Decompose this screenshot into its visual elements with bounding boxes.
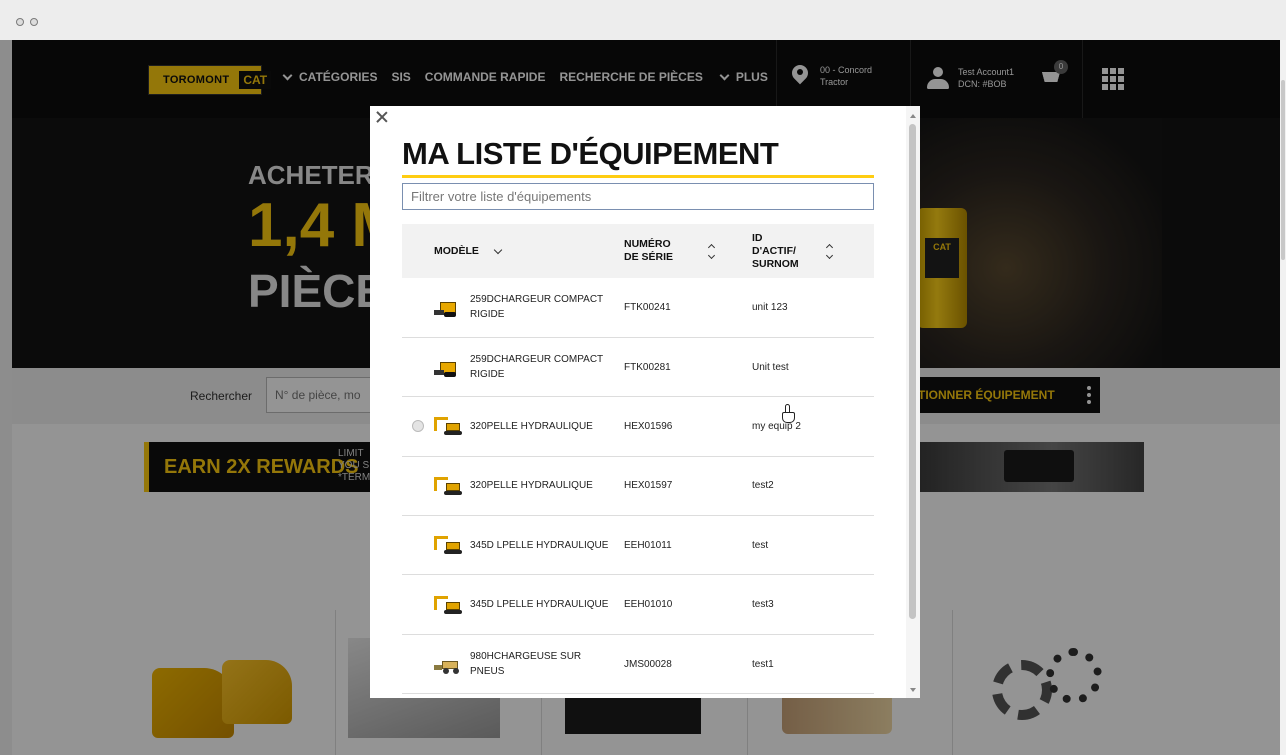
serial-number: EEH01010 [624,599,673,611]
model-name: 345D LPELLE HYDRAULIQUE [470,539,609,551]
equipment-table: MODÈLE NUMÉRO DE SÉRIE ID D'ACTIF/ SURNO… [402,224,874,694]
modal-title: MA LISTE D'ÉQUIPEMENT [402,136,874,178]
table-header-row: MODÈLE NUMÉRO DE SÉRIE ID D'ACTIF/ SURNO… [402,224,874,278]
excavator-icon [432,415,466,437]
table-row[interactable]: 980HCHARGEUSE SUR PNEUS JMS00028 test1 [402,634,874,694]
browser-window: TOROMONT CAT CATÉGORIES SIS COMMANDE RAP… [0,0,1286,755]
column-serial-label-1: NUMÉRO [624,238,671,250]
scroll-down-icon[interactable] [910,688,916,692]
column-asset-label-1: ID [752,231,763,244]
scroll-up-icon[interactable] [910,114,916,118]
sort-icon [825,243,833,259]
excavator-icon [432,534,466,556]
row-select-radio[interactable] [412,420,424,433]
table-row[interactable]: 320PELLE HYDRAULIQUE HEX01596 my equip 2 [402,397,874,457]
asset-id: unit 123 [752,301,788,313]
equipment-filter-input[interactable] [402,183,874,210]
sort-icon [707,243,716,259]
model-name: 259DCHARGEUR COMPACT RIGIDE [470,354,604,381]
asset-id: test1 [752,658,774,670]
window-minimize-dot[interactable] [30,18,38,26]
column-serial[interactable]: NUMÉRO DE SÉRIE [612,224,740,278]
serial-number: FTK00241 [624,301,671,313]
serial-number: FTK00281 [624,361,671,373]
column-model-label: MODÈLE [434,244,479,257]
excavator-icon [432,475,466,497]
table-row[interactable]: 259DCHARGEUR COMPACT RIGIDE FTK00241 unit… [402,278,874,338]
column-asset-label-2: D'ACTIF/ [752,244,796,257]
column-model[interactable]: MODÈLE [402,224,612,278]
serial-number: HEX01597 [624,480,673,492]
scrollbar-thumb[interactable] [909,124,916,619]
window-close-dot[interactable] [16,18,24,26]
column-asset-label-3: SURNOM [752,257,799,270]
column-asset-id[interactable]: ID D'ACTIF/ SURNOM [740,224,874,278]
serial-number: JMS00028 [624,658,672,670]
compact-track-loader-icon [432,356,466,378]
serial-number: EEH01011 [624,539,672,551]
model-name: 320PELLE HYDRAULIQUE [470,420,593,432]
window-titlebar [0,0,1286,40]
serial-number: HEX01596 [624,420,673,432]
page-scrollbar[interactable] [1280,40,1286,755]
asset-id: test2 [752,480,774,492]
excavator-icon [432,594,466,616]
table-row[interactable]: 345D LPELLE HYDRAULIQUE EEH01011 test [402,516,874,575]
model-name: 345D LPELLE HYDRAULIQUE [470,599,609,611]
asset-id: test [752,539,769,551]
model-name: 320PELLE HYDRAULIQUE [470,480,593,492]
asset-id: test3 [752,599,774,611]
model-name: 259DCHARGEUR COMPACT RIGIDE [470,294,604,321]
modal-scrollbar[interactable] [906,106,920,698]
compact-track-loader-icon [432,296,466,318]
model-name: 980HCHARGEUSE SUR PNEUS [470,651,582,678]
wheel-loader-icon [432,653,466,675]
asset-id: my equip 2 [752,420,801,432]
table-row[interactable]: 320PELLE HYDRAULIQUE HEX01597 test2 [402,456,874,516]
table-row[interactable]: 345D LPELLE HYDRAULIQUE EEH01010 test3 [402,575,874,635]
equipment-list-modal: MA LISTE D'ÉQUIPEMENT MODÈLE [370,106,920,698]
asset-id: Unit test [752,361,789,373]
close-icon[interactable] [375,110,389,124]
chevron-down-icon [493,245,503,254]
table-row[interactable]: 259DCHARGEUR COMPACT RIGIDE FTK00281 Unit… [402,337,874,397]
hand-cursor-icon [782,404,796,424]
column-serial-label-2: DE SÉRIE [624,251,674,263]
